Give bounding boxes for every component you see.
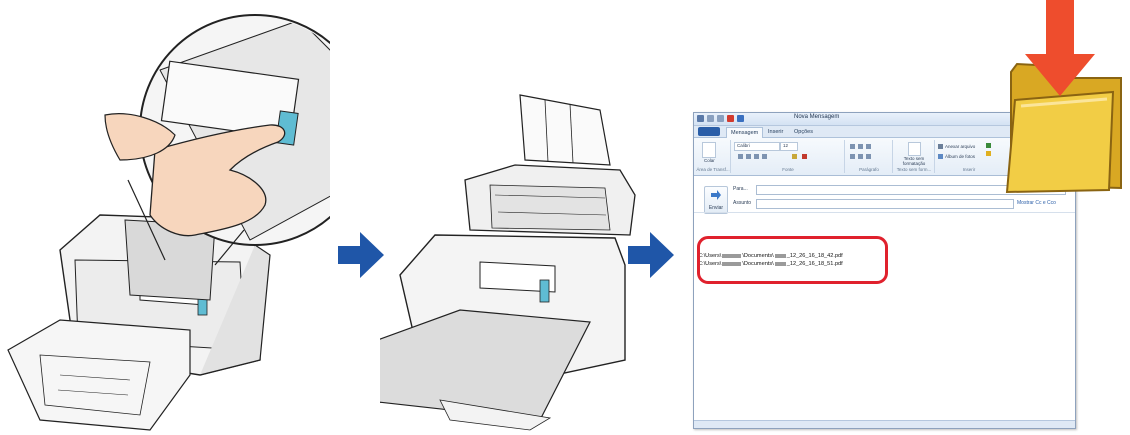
scanner-output-illustration (380, 94, 636, 431)
send-label: Enviar (708, 205, 724, 211)
italic-icon[interactable] (746, 154, 751, 159)
to-button[interactable]: Para... (733, 186, 748, 192)
bold-icon[interactable] (738, 154, 743, 159)
save-icon[interactable] (697, 115, 704, 122)
folder-icon (1005, 0, 1122, 194)
bullets-icon[interactable] (850, 144, 855, 149)
font-group: Calibri 12 Fonte (732, 140, 845, 173)
emoticon-icon[interactable] (986, 151, 991, 156)
strikethrough-icon[interactable] (762, 154, 767, 159)
numbering-icon[interactable] (858, 144, 863, 149)
font-name-value: Calibri (737, 143, 750, 148)
paragraph-group-label: Parágrafo (859, 167, 879, 172)
paste-icon[interactable] (702, 142, 716, 158)
font-color-icon[interactable] (802, 154, 807, 159)
redo-icon[interactable] (717, 115, 724, 122)
send-button[interactable]: Enviar (704, 186, 728, 214)
priority-high-icon[interactable] (727, 115, 734, 122)
insert-group-label: Inserir (962, 167, 976, 172)
show-cc-bcc-link[interactable]: Mostrar Cc e Cco (1017, 200, 1056, 206)
flow-arrow-icon (628, 232, 674, 278)
status-bar (694, 420, 1075, 428)
paperclip-icon[interactable] (938, 144, 943, 149)
align-center-icon[interactable] (858, 154, 863, 159)
photo-album-button[interactable]: Álbum de fotos (945, 154, 975, 159)
priority-low-icon[interactable] (737, 115, 744, 122)
flow-arrow-icon (338, 232, 384, 278)
paste-button[interactable]: Colar (704, 158, 715, 163)
tab-insert[interactable]: Inserir (764, 127, 787, 137)
attachment-highlight (697, 236, 888, 284)
underline-icon[interactable] (754, 154, 759, 159)
quick-access-toolbar (697, 115, 744, 122)
plain-text-button[interactable]: Texto sem formatação (894, 156, 934, 166)
indent-icon[interactable] (866, 144, 871, 149)
undo-icon[interactable] (707, 115, 714, 122)
insert-group: Anexar arquivo Álbum de fotos Inserir (936, 140, 1002, 173)
subject-label: Assunto (733, 200, 752, 206)
send-icon (711, 190, 721, 200)
window-title: Nova Mensagem (794, 114, 840, 120)
align-left-icon[interactable] (850, 154, 855, 159)
clipboard-group-label: Área de Transf... (696, 167, 730, 172)
font-size-select[interactable]: 12 (780, 142, 798, 151)
compose-area: Enviar Para... Assunto Mostrar Cc e Cco … (694, 176, 1075, 428)
clipboard-group: Colar Área de Transf... (696, 140, 731, 173)
font-name-select[interactable]: Calibri (734, 142, 780, 151)
tab-options[interactable]: Opções (790, 127, 817, 137)
plain-text-group: Texto sem formatação Texto sem form... (894, 140, 935, 173)
highlight-color-icon[interactable] (792, 154, 797, 159)
plain-text-icon[interactable] (908, 142, 921, 156)
signature-icon[interactable] (986, 143, 991, 148)
align-right-icon[interactable] (866, 154, 871, 159)
scanner-press-illustration (7, 14, 330, 431)
font-size-value: 12 (783, 143, 789, 148)
subject-field[interactable] (756, 199, 1014, 209)
header-separator (694, 212, 1075, 213)
photo-album-icon[interactable] (938, 154, 943, 159)
font-group-label: Fonte (782, 167, 794, 172)
file-tab[interactable] (698, 127, 720, 136)
attach-file-button[interactable]: Anexar arquivo (945, 144, 975, 149)
tab-message[interactable]: Mensagem (726, 127, 764, 138)
plain-text-group-label: Texto sem form... (896, 167, 932, 172)
paragraph-group: Parágrafo (846, 140, 893, 173)
